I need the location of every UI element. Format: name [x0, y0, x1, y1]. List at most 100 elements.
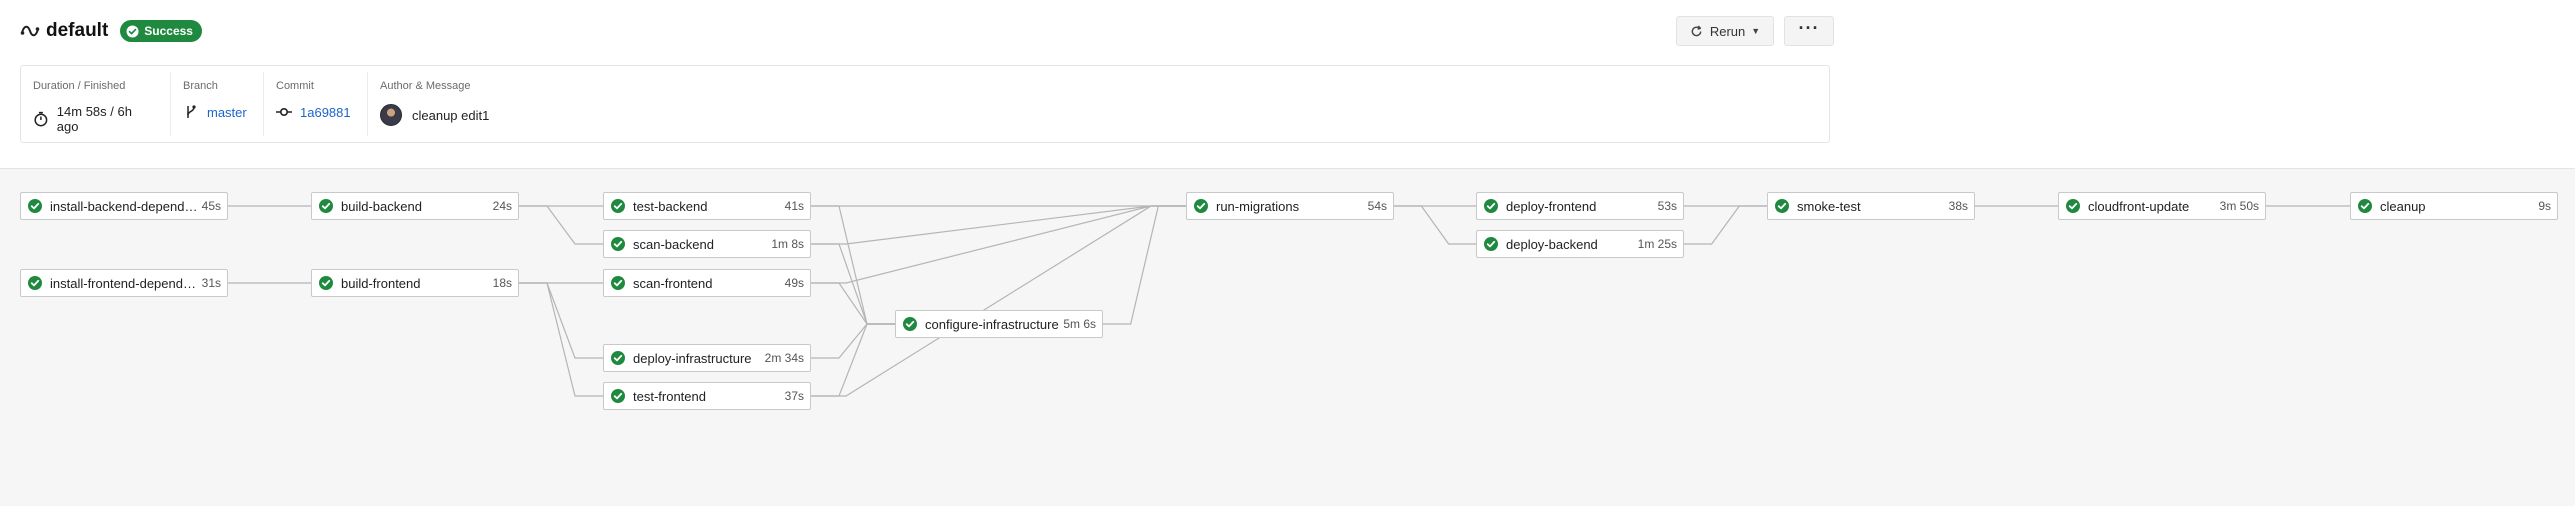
duration-label: Duration / Finished: [33, 80, 126, 92]
job-duration: 18s: [492, 276, 512, 290]
job-name: install-frontend-dependen…: [50, 275, 198, 291]
success-check-icon: [319, 199, 333, 213]
success-check-icon: [611, 237, 625, 251]
duration-text: 14m 58s / 6h ago: [56, 104, 132, 134]
job-node[interactable]: configure-infrastructure 5m 6s: [895, 310, 1103, 338]
success-check-icon: [2066, 199, 2080, 213]
branch-link[interactable]: master: [207, 105, 247, 120]
success-check-icon: [611, 199, 625, 213]
success-check-icon: [1484, 199, 1498, 213]
job-name: scan-backend: [633, 236, 714, 252]
job-name: deploy-infrastructure: [633, 350, 752, 366]
success-check-icon: [611, 389, 625, 403]
job-name: deploy-frontend: [1506, 198, 1597, 214]
dependency-edge: [811, 205, 1186, 284]
dependency-edge: [1684, 205, 1767, 245]
job-duration: 31s: [201, 276, 221, 290]
dependency-edge: [519, 282, 603, 397]
job-duration: 37s: [784, 389, 804, 403]
job-node[interactable]: install-backend-dependen… 45s: [20, 192, 228, 220]
commit-label: Commit: [276, 80, 314, 92]
job-duration: 9s: [2538, 199, 2551, 213]
pipeline-graph: install-backend-dependen… 45s install-fron…: [0, 168, 2575, 506]
job-duration: 41s: [784, 199, 804, 213]
avatar: [380, 104, 402, 126]
dependency-edge: [811, 323, 895, 397]
duration-section: Duration / Finished 14m 58s / 6h ago: [21, 72, 171, 136]
job-name: configure-infrastructure: [925, 316, 1059, 332]
job-node[interactable]: build-backend 24s: [311, 192, 519, 220]
job-node[interactable]: smoke-test 38s: [1767, 192, 1975, 220]
dependency-edge: [1394, 205, 1476, 245]
job-node[interactable]: cleanup 9s: [2350, 192, 2558, 220]
success-check-icon: [1484, 237, 1498, 251]
job-duration: 49s: [784, 276, 804, 290]
job-node[interactable]: deploy-frontend 53s: [1476, 192, 1684, 220]
job-name: cleanup: [2380, 198, 2426, 214]
job-name: smoke-test: [1797, 198, 1861, 214]
dependency-edge: [811, 205, 895, 325]
job-name: build-frontend: [341, 275, 421, 291]
rerun-button[interactable]: Rerun ▼: [1676, 16, 1774, 46]
page-title: default: [46, 20, 109, 41]
build-info-card: Duration / Finished 14m 58s / 6h ago Bra…: [20, 65, 1830, 143]
job-name: deploy-backend: [1506, 236, 1598, 252]
stopwatch-icon: [34, 111, 48, 127]
commit-message: cleanup edit1: [412, 107, 490, 123]
success-check-icon: [611, 351, 625, 365]
header-actions: Rerun ▼ ···: [1676, 16, 1834, 46]
job-name: test-backend: [633, 198, 708, 214]
success-check-icon: [1775, 199, 1789, 213]
dependency-edge: [1103, 205, 1186, 325]
job-node[interactable]: test-backend 41s: [603, 192, 811, 220]
duration-value: 14m 58s / 6h ago: [33, 104, 156, 134]
job-duration: 2m 34s: [764, 351, 804, 365]
job-duration: 45s: [201, 199, 221, 213]
commit-icon: [276, 108, 292, 117]
job-node[interactable]: deploy-backend 1m 25s: [1476, 230, 1684, 258]
commit-link[interactable]: 1a69881: [300, 105, 351, 120]
rerun-label: Rerun: [1709, 23, 1746, 39]
success-check-icon: [1194, 199, 1208, 213]
job-duration: 24s: [492, 199, 512, 213]
job-node[interactable]: scan-backend 1m 8s: [603, 230, 811, 258]
job-node[interactable]: install-frontend-dependen… 31s: [20, 269, 228, 297]
author-label: Author & Message: [380, 80, 471, 92]
branch-section: Branch master: [171, 72, 264, 136]
job-name: scan-frontend: [633, 275, 713, 291]
dependency-edge: [811, 323, 895, 359]
job-duration: 1m 8s: [771, 237, 804, 251]
job-name: build-backend: [341, 198, 422, 214]
branch-value: master: [183, 104, 249, 120]
job-node[interactable]: test-frontend 37s: [603, 382, 811, 410]
check-icon: [126, 24, 139, 38]
job-duration: 1m 25s: [1637, 237, 1677, 251]
commit-value: 1a69881: [276, 104, 353, 120]
job-node[interactable]: build-frontend 18s: [311, 269, 519, 297]
success-check-icon: [2358, 199, 2372, 213]
more-options-button[interactable]: ···: [1784, 16, 1834, 46]
dependency-edge: [811, 205, 1186, 397]
job-node[interactable]: deploy-infrastructure 2m 34s: [603, 344, 811, 372]
pipeline-header: default Success: [20, 18, 202, 44]
job-duration: 54s: [1367, 199, 1387, 213]
dependency-edge: [519, 205, 603, 245]
job-node[interactable]: run-migrations 54s: [1186, 192, 1394, 220]
job-duration: 5m 6s: [1063, 317, 1096, 331]
success-check-icon: [611, 276, 625, 290]
job-node[interactable]: cloudfront-update 3m 50s: [2058, 192, 2266, 220]
job-name: test-frontend: [633, 388, 706, 404]
success-check-icon: [903, 317, 917, 331]
job-name: install-backend-dependen…: [50, 198, 198, 214]
success-check-icon: [319, 276, 333, 290]
commit-section: Commit 1a69881: [264, 72, 368, 136]
job-name: cloudfront-update: [2088, 198, 2190, 214]
job-name: run-migrations: [1216, 198, 1300, 214]
job-node[interactable]: scan-frontend 49s: [603, 269, 811, 297]
author-section: Author & Message cleanup edit1: [368, 72, 568, 136]
dependency-edge: [519, 282, 603, 359]
author-value: cleanup edit1: [380, 104, 554, 126]
pipeline-icon: [20, 25, 40, 37]
job-duration: 3m 50s: [2219, 199, 2259, 213]
caret-down-icon: ▼: [1751, 26, 1761, 36]
